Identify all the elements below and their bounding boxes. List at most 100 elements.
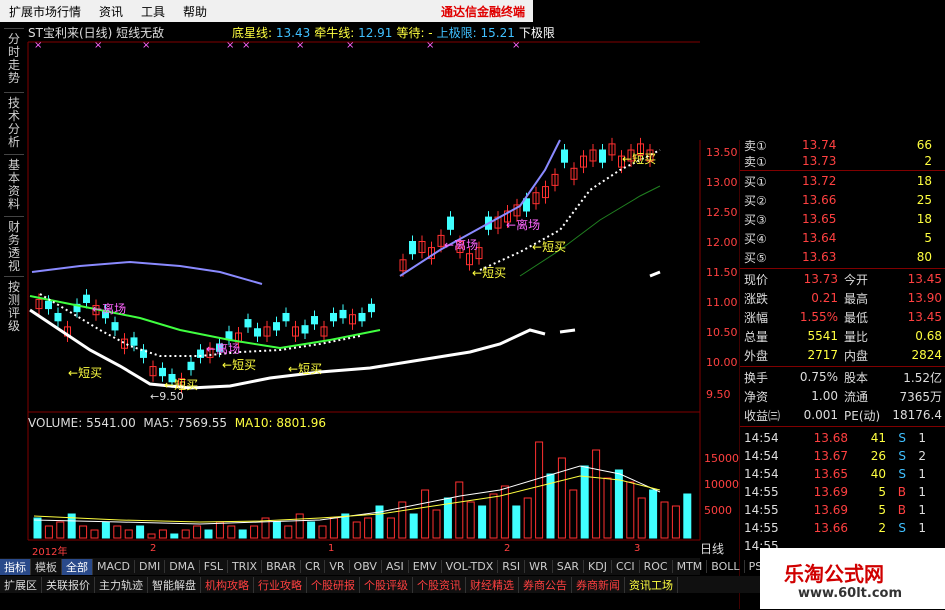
candle-body — [254, 328, 261, 337]
watermark-title: 乐淘公式网 — [784, 562, 884, 586]
stat-row: 总量 5541 量比 0.68 — [744, 329, 942, 344]
volume-bar — [215, 521, 224, 539]
tab-research[interactable]: 个股研报 — [307, 576, 360, 593]
volume-bar — [637, 497, 646, 539]
tab-info-factory[interactable]: 资讯工场 — [625, 576, 678, 593]
tab-vr[interactable]: VR — [325, 560, 350, 573]
tab-rating[interactable]: 个股评级 — [360, 576, 413, 593]
volume-bar — [466, 501, 475, 539]
tab-institution[interactable]: 机构攻略 — [201, 576, 254, 593]
tab-wr[interactable]: WR — [525, 560, 553, 573]
volume-bar — [386, 517, 395, 539]
volume-bar — [113, 525, 122, 539]
candle-body — [311, 316, 318, 325]
tab-kdj[interactable]: KDJ — [584, 560, 612, 573]
stat-row: 外盘 2717 内盘 2824 — [744, 348, 942, 363]
tab-related-quotes[interactable]: 关联报价 — [42, 576, 95, 593]
tab-extension[interactable]: 扩展区 — [0, 576, 42, 593]
tab-emv[interactable]: EMV — [409, 560, 442, 573]
candle-body — [561, 149, 568, 163]
candle-body — [54, 312, 62, 322]
date-axis-label: 1 — [328, 543, 335, 554]
price-axis-label: 12.00 — [706, 236, 738, 249]
candle-body — [159, 367, 166, 377]
annotation-exit: ←离场 — [206, 342, 241, 356]
signal-marker: × — [512, 40, 521, 51]
volume-bar — [193, 525, 202, 539]
tab-industry[interactable]: 行业攻略 — [254, 576, 307, 593]
date-axis-label: 3 — [634, 543, 641, 554]
tab-fsl[interactable]: FSL — [200, 560, 228, 573]
volume-bar — [375, 505, 384, 539]
volume-title: VOLUME: 5541.00 MA5: 7569.55 MA10: 8801.… — [28, 416, 327, 430]
price-axis-label: 10.50 — [706, 326, 738, 339]
price-axis-label: 13.00 — [706, 176, 738, 189]
period-label[interactable]: 日线 — [700, 540, 740, 557]
indicator-tabs: 指标 模板 全部 MACD DMI DMA FSL TRIX BRAR CR V… — [0, 558, 774, 575]
candle-body — [130, 337, 138, 346]
signal-marker: × — [94, 40, 103, 51]
tab-sar[interactable]: SAR — [553, 560, 585, 573]
candle-body — [45, 300, 52, 310]
stat-row: 净资 1.00 流通 7365万 — [744, 389, 942, 404]
volume-bar — [671, 505, 680, 539]
tab-cci[interactable]: CCI — [612, 560, 640, 573]
tab-broker-notice[interactable]: 券商公告 — [519, 576, 572, 593]
tab-vol-tdx[interactable]: VOL-TDX — [442, 560, 499, 573]
tab-smart-analysis[interactable]: 智能解盘 — [148, 576, 201, 593]
volume-bar — [603, 477, 612, 539]
tab-obv[interactable]: OBV — [350, 560, 382, 573]
volume-bar — [455, 481, 464, 539]
tab-cr[interactable]: CR — [301, 560, 326, 573]
tab-boll[interactable]: BOLL — [707, 560, 745, 573]
tick-row: 14:55 13.66 2 S 1 — [744, 521, 926, 535]
candle-body — [244, 319, 252, 328]
volume-bar — [409, 513, 418, 539]
annotation-short-buy: ←短买 — [288, 362, 323, 376]
stat-row: 收益㈢ 0.001 PE(动) 18176.4 — [744, 408, 942, 423]
tab-mtm[interactable]: MTM — [673, 560, 708, 573]
tab-roc[interactable]: ROC — [640, 560, 673, 573]
annotation-short-buy: ←短买 — [222, 358, 257, 372]
tab-brar[interactable]: BRAR — [262, 560, 302, 573]
volume-bar — [683, 493, 692, 539]
volume-bar — [250, 525, 259, 539]
date-axis-label: 2012年 — [32, 547, 68, 558]
tab-broker-news[interactable]: 券商新闻 — [572, 576, 625, 593]
volume-axis-label: 5000 — [704, 504, 732, 517]
tab-all[interactable]: 全部 — [62, 558, 93, 575]
signal-marker: × — [34, 40, 43, 51]
low-price-mark: ←9.50 — [150, 390, 184, 403]
quote-panel: 卖① 13.74 66 卖① 13.73 2 买① 13.72 18 买② 13.66 25 买… — [740, 138, 945, 610]
candle-body — [111, 322, 119, 331]
bid-row: 买② 13.66 25 — [744, 193, 932, 208]
annotation-short-buy: ←短买 — [622, 152, 657, 166]
volume-bar — [136, 525, 145, 539]
volume-bar — [33, 517, 42, 539]
watermark-url: www.60lt.com — [798, 586, 903, 601]
volume-bar — [649, 489, 658, 539]
tab-finance-picks[interactable]: 财经精选 — [466, 576, 519, 593]
date-axis-label: 2 — [150, 543, 157, 554]
volume-bar — [341, 513, 350, 539]
tab-asi[interactable]: ASI — [382, 560, 409, 573]
tab-main-force[interactable]: 主力轨迹 — [95, 576, 148, 593]
tab-stock-news[interactable]: 个股资讯 — [413, 576, 466, 593]
tab-template[interactable]: 模板 — [31, 558, 62, 575]
tab-dma[interactable]: DMA — [165, 560, 200, 573]
tab-indicator[interactable]: 指标 — [0, 558, 31, 575]
annotation-short-buy: ←短买 — [532, 240, 567, 254]
volume-bar — [227, 525, 236, 539]
tab-rsi[interactable]: RSI — [498, 560, 526, 573]
volume-bar — [489, 493, 498, 539]
volume-axis-label: 10000 — [704, 478, 739, 491]
bid-row: 买① 13.72 18 — [744, 174, 932, 189]
candle-body — [225, 331, 233, 340]
tab-macd[interactable]: MACD — [93, 560, 135, 573]
volume-bar — [238, 529, 247, 539]
volume-bar — [318, 525, 327, 539]
tab-trix[interactable]: TRIX — [228, 560, 263, 573]
tab-dmi[interactable]: DMI — [135, 560, 166, 573]
volume-bar — [204, 529, 213, 539]
volume-bar — [523, 497, 532, 539]
